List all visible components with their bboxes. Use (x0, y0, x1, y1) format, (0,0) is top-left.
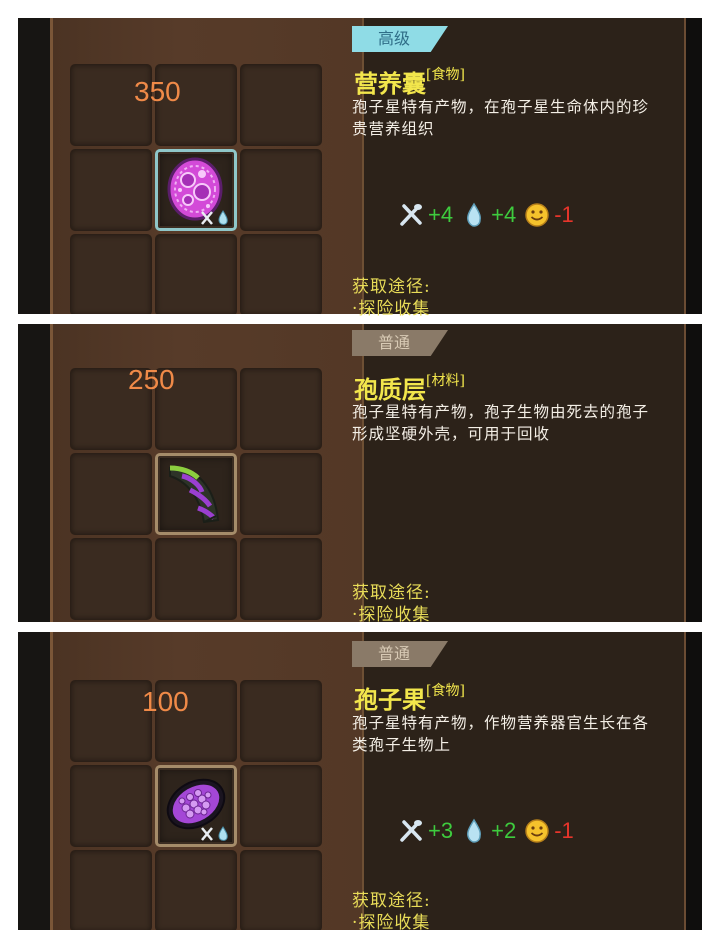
satiety-value: +4 (428, 202, 454, 227)
inventory-grid (70, 64, 332, 314)
fork-spoon-icon (400, 204, 422, 226)
item-name: 孢子果 (354, 685, 426, 714)
source-item: ·探险收集 (352, 299, 431, 319)
inventory-slot[interactable] (70, 234, 152, 314)
source-item: ·探险收集 (352, 913, 431, 933)
food-water-badge-icon (201, 826, 228, 841)
item-description: 孢子星特有产物，孢子生物由死去的孢子形成坚硬外壳，可用于回收 (352, 403, 650, 443)
item-detail-panel (362, 18, 687, 314)
inventory-slot[interactable] (70, 680, 152, 762)
smiley-icon (525, 203, 549, 227)
mood-value: -1 (554, 818, 574, 843)
satiety-value: +3 (428, 818, 454, 843)
mood-value: -1 (554, 202, 574, 227)
inventory-slot[interactable] (155, 538, 237, 620)
price-label: 250 (128, 364, 175, 395)
water-drop-icon (467, 202, 482, 227)
inventory-slot-selected[interactable] (155, 149, 237, 231)
inventory-grid (70, 368, 332, 622)
inventory-slot[interactable] (240, 765, 322, 847)
inventory-slot[interactable] (155, 234, 237, 314)
food-water-badge-icon (201, 210, 228, 225)
item-name: 孢质层 (354, 375, 426, 404)
item-card-nutrient-sac (18, 18, 702, 314)
inventory-slot[interactable] (70, 765, 152, 847)
smiley-icon (525, 819, 549, 843)
inventory-slot[interactable] (70, 538, 152, 620)
inventory-slot[interactable] (70, 149, 152, 231)
item-title: 孢质层[材料] (354, 370, 465, 405)
inventory-slot[interactable] (240, 149, 322, 231)
inventory-slot[interactable] (155, 850, 237, 930)
inventory-slot[interactable] (240, 680, 322, 762)
inventory-slot[interactable] (70, 453, 152, 535)
source-item: ·探险收集 (352, 605, 431, 625)
item-category: [食物] (426, 683, 465, 699)
inventory-slot[interactable] (240, 453, 322, 535)
item-title: 营养囊[食物] (354, 64, 465, 99)
item-name: 营养囊 (354, 69, 426, 98)
item-description: 孢子星特有产物，作物营养器官生长在各类孢子生物上 (352, 714, 650, 754)
item-category: [食物] (426, 67, 465, 83)
item-stats: +4 +4 -1 (398, 200, 582, 230)
hydration-value: +2 (491, 818, 517, 843)
inventory-slot-selected[interactable] (155, 453, 237, 535)
inventory-grid (70, 680, 332, 930)
item-stats: +3 +2 -1 (398, 816, 582, 846)
item-description: 孢子星特有产物，在孢子星生命体内的珍贵营养组织 (352, 98, 650, 138)
spore-layer-icon (169, 465, 220, 524)
inventory-slot[interactable] (240, 368, 322, 450)
inventory-slot[interactable] (240, 234, 322, 314)
item-category: [材料] (426, 373, 465, 389)
hydration-value: +4 (491, 202, 517, 227)
item-title: 孢子果[食物] (354, 680, 465, 715)
inventory-slot[interactable] (240, 850, 322, 930)
inventory-slot[interactable] (240, 64, 322, 146)
price-label: 100 (142, 686, 189, 717)
fork-spoon-icon (400, 820, 422, 842)
inventory-slot-selected[interactable] (155, 765, 237, 847)
water-drop-icon (467, 818, 482, 843)
inventory-slot[interactable] (70, 850, 152, 930)
inventory-slot[interactable] (240, 538, 322, 620)
price-label: 350 (134, 76, 181, 107)
